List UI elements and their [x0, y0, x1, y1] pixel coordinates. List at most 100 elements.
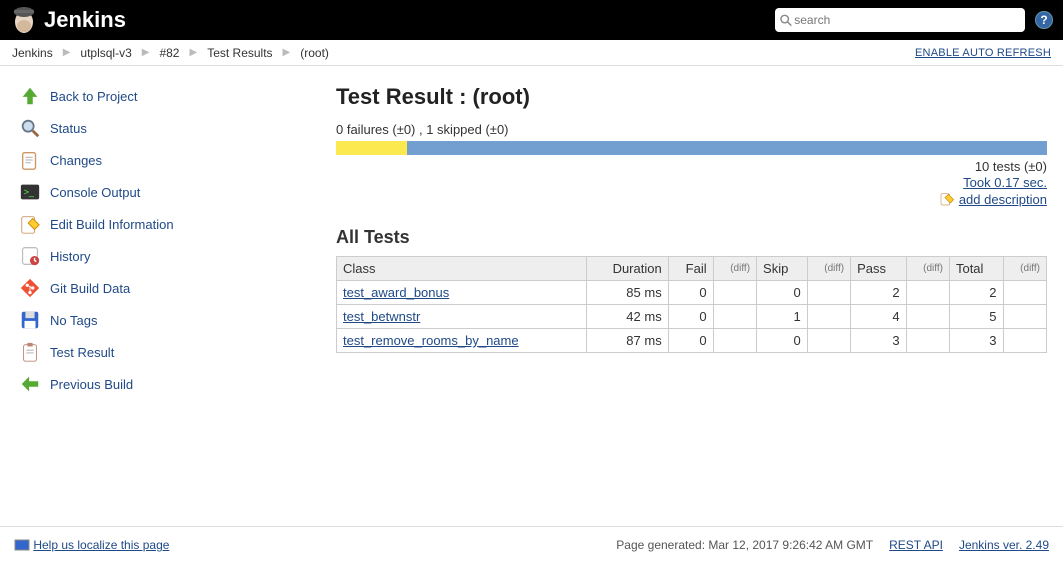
sidebar-item-tags[interactable]: No Tags — [18, 304, 312, 336]
search-input[interactable] — [792, 13, 1021, 27]
cell-fail-diff — [713, 305, 756, 329]
save-icon — [18, 308, 42, 332]
help-icon[interactable]: ? — [1035, 11, 1053, 29]
took-link[interactable]: Took 0.17 sec. — [963, 175, 1047, 190]
sidebar-item-label[interactable]: History — [50, 249, 90, 264]
cell-skip-diff — [807, 305, 850, 329]
crumb-job[interactable]: utplsql-v3 — [80, 46, 131, 60]
cell-pass: 3 — [851, 329, 906, 353]
test-summary: 0 failures (±0) , 1 skipped (±0) — [336, 122, 1047, 137]
col-pass-diff[interactable]: (diff) — [906, 257, 949, 281]
col-pass[interactable]: Pass — [851, 257, 906, 281]
sidebar-item-history[interactable]: History — [18, 240, 312, 272]
cell-skip: 1 — [757, 305, 808, 329]
up-arrow-icon — [18, 84, 42, 108]
col-skip[interactable]: Skip — [757, 257, 808, 281]
cell-total-diff — [1003, 305, 1047, 329]
tests-total: 10 tests (±0) — [336, 159, 1047, 174]
cell-fail-diff — [713, 281, 756, 305]
sidebar-item-back[interactable]: Back to Project — [18, 80, 312, 112]
sidebar-item-label[interactable]: Back to Project — [50, 89, 137, 104]
tests-table: Class Duration Fail (diff) Skip (diff) P… — [336, 256, 1047, 353]
globe-icon — [14, 537, 30, 553]
cell-total-diff — [1003, 281, 1047, 305]
col-skip-diff[interactable]: (diff) — [807, 257, 850, 281]
crumb-root[interactable]: (root) — [300, 46, 329, 60]
enable-auto-refresh-link[interactable]: ENABLE AUTO REFRESH — [915, 47, 1051, 59]
cell-pass-diff — [906, 281, 949, 305]
col-fail-diff[interactable]: (diff) — [713, 257, 756, 281]
jenkins-version-link[interactable]: Jenkins ver. 2.49 — [959, 538, 1049, 552]
table-row: test_remove_rooms_by_name87 ms0033 — [337, 329, 1047, 353]
col-fail[interactable]: Fail — [668, 257, 713, 281]
history-icon — [18, 244, 42, 268]
sidebar-item-label[interactable]: Test Result — [50, 345, 114, 360]
cell-pass-diff — [906, 305, 949, 329]
crumb-jenkins[interactable]: Jenkins — [12, 46, 53, 60]
crumb-build[interactable]: #82 — [159, 46, 179, 60]
cell-pass-diff — [906, 329, 949, 353]
cell-fail: 0 — [668, 281, 713, 305]
sidebar-item-label[interactable]: Git Build Data — [50, 281, 130, 296]
sidebar-item-edit-build[interactable]: Edit Build Information — [18, 208, 312, 240]
breadcrumb: Jenkins ▶ utplsql-v3 ▶ #82 ▶ Test Result… — [0, 40, 1063, 66]
cell-duration: 85 ms — [586, 281, 668, 305]
col-class[interactable]: Class — [337, 257, 587, 281]
cell-fail: 0 — [668, 305, 713, 329]
left-arrow-icon — [18, 372, 42, 396]
search-icon — [779, 13, 792, 27]
cell-fail-diff — [713, 329, 756, 353]
sidebar-item-label[interactable]: Changes — [50, 153, 102, 168]
table-row: test_award_bonus85 ms0022 — [337, 281, 1047, 305]
cell-fail: 0 — [668, 329, 713, 353]
crumb-test-results[interactable]: Test Results — [207, 46, 272, 60]
jenkins-logo[interactable]: Jenkins — [10, 4, 126, 36]
sidebar-item-label[interactable]: Edit Build Information — [50, 217, 174, 232]
sidebar-item-label[interactable]: Previous Build — [50, 377, 133, 392]
chevron-right-icon: ▶ — [63, 47, 71, 58]
sidebar-item-test-result[interactable]: Test Result — [18, 336, 312, 368]
git-icon — [18, 276, 42, 300]
side-panel: Back to Project Status Changes >_ Consol… — [0, 66, 320, 486]
notepad-icon — [18, 148, 42, 172]
sidebar-item-git[interactable]: Git Build Data — [18, 272, 312, 304]
jenkins-head-icon — [10, 4, 38, 36]
class-link[interactable]: test_remove_rooms_by_name — [343, 333, 519, 348]
footer: Help us localize this page Page generate… — [0, 526, 1063, 563]
cell-skip: 0 — [757, 281, 808, 305]
col-total[interactable]: Total — [949, 257, 1003, 281]
cell-duration: 42 ms — [586, 305, 668, 329]
chevron-right-icon: ▶ — [283, 47, 291, 58]
page-generated: Page generated: Mar 12, 2017 9:26:42 AM … — [616, 538, 873, 552]
help-localize-link[interactable]: Help us localize this page — [33, 538, 169, 552]
cell-total: 2 — [949, 281, 1003, 305]
page-title: Test Result : (root) — [336, 84, 1047, 110]
magnifier-icon — [18, 116, 42, 140]
chevron-right-icon: ▶ — [189, 47, 197, 58]
sidebar-item-label[interactable]: Status — [50, 121, 87, 136]
sidebar-item-label[interactable]: Console Output — [50, 185, 140, 200]
col-duration[interactable]: Duration — [586, 257, 668, 281]
add-description-link[interactable]: add description — [959, 192, 1047, 207]
class-link[interactable]: test_award_bonus — [343, 285, 449, 300]
sidebar-item-label[interactable]: No Tags — [50, 313, 97, 328]
table-row: test_betwnstr42 ms0145 — [337, 305, 1047, 329]
col-total-diff[interactable]: (diff) — [1003, 257, 1047, 281]
cell-skip-diff — [807, 329, 850, 353]
class-link[interactable]: test_betwnstr — [343, 309, 420, 324]
main-panel: Test Result : (root) 0 failures (±0) , 1… — [320, 66, 1063, 486]
brand-text: Jenkins — [44, 7, 126, 33]
sidebar-item-previous-build[interactable]: Previous Build — [18, 368, 312, 400]
cell-total-diff — [1003, 329, 1047, 353]
sidebar-item-status[interactable]: Status — [18, 112, 312, 144]
sidebar-item-console[interactable]: >_ Console Output — [18, 176, 312, 208]
section-title: All Tests — [336, 227, 1047, 248]
cell-pass: 2 — [851, 281, 906, 305]
cell-skip: 0 — [757, 329, 808, 353]
sidebar-item-changes[interactable]: Changes — [18, 144, 312, 176]
rest-api-link[interactable]: REST API — [889, 538, 943, 552]
health-bar — [336, 141, 1047, 155]
search-box[interactable] — [775, 8, 1025, 32]
cell-duration: 87 ms — [586, 329, 668, 353]
terminal-icon: >_ — [18, 180, 42, 204]
